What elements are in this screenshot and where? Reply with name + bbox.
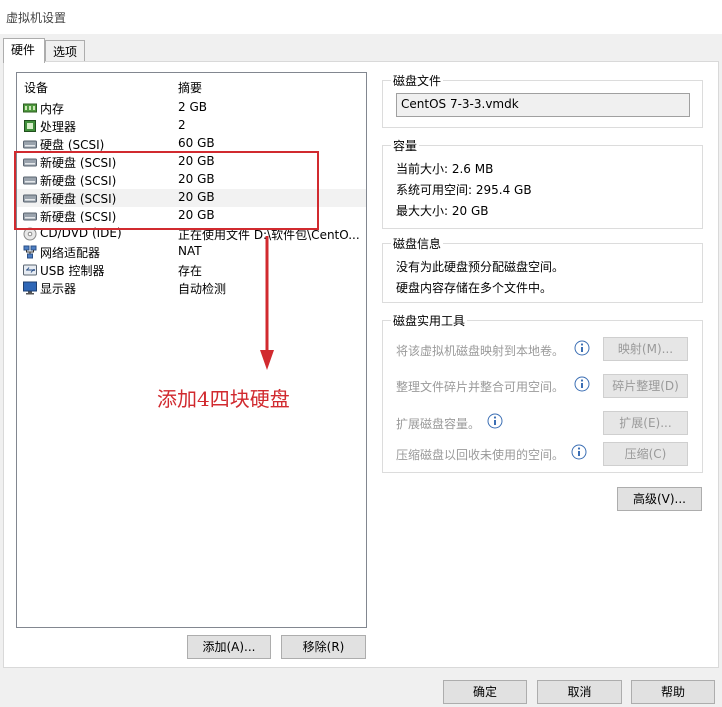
disk-file-group: 磁盘文件 CentOS 7-3-3.vmdk <box>382 72 703 128</box>
disk-file-field[interactable]: CentOS 7-3-3.vmdk <box>396 93 690 117</box>
device-name: 网络适配器 <box>40 246 101 260</box>
device-name: 内存 <box>40 102 65 116</box>
info-icon[interactable] <box>487 413 503 429</box>
compact-description: 压缩磁盘以回收未使用的空间。 <box>396 448 565 462</box>
usb-icon <box>23 264 37 276</box>
expand-button[interactable]: 扩展(E)... <box>603 411 688 435</box>
disk-info-group: 磁盘信息 没有为此硬盘预分配磁盘空间。 硬盘内容存储在多个文件中。 <box>382 235 703 303</box>
disk-utilities-title: 磁盘实用工具 <box>391 312 468 329</box>
annotation-highlight-box <box>14 151 319 230</box>
defrag-description: 整理文件碎片并整合可用空间。 <box>396 380 565 394</box>
advanced-button[interactable]: 高级(V)... <box>617 487 702 511</box>
cancel-button[interactable]: 取消 <box>537 680 622 704</box>
display-icon <box>23 281 37 295</box>
storage-mode-text: 硬盘内容存储在多个文件中。 <box>396 281 553 295</box>
device-row-usb-controller[interactable]: USB 控制器 存在 <box>17 261 366 279</box>
hard-disk-icon <box>23 140 37 149</box>
current-size-text: 当前大小: 2.6 MB <box>396 162 494 176</box>
info-icon[interactable] <box>574 376 590 392</box>
tab-hardware[interactable]: 硬件 <box>3 38 45 63</box>
device-row-network-adapter[interactable]: 网络适配器 NAT <box>17 243 366 261</box>
defrag-button[interactable]: 碎片整理(D) <box>603 374 688 398</box>
capacity-title: 容量 <box>391 137 420 154</box>
disk-utilities-group: 磁盘实用工具 将该虚拟机磁盘映射到本地卷。 映射(M)... 整理文件碎片并整合… <box>382 312 703 473</box>
device-summary: 60 GB <box>178 136 215 150</box>
device-summary: 2 <box>178 118 186 132</box>
ok-button[interactable]: 确定 <box>443 680 527 704</box>
window-title: 虚拟机设置 <box>6 11 67 25</box>
annotation-text: 添加4四块硬盘 <box>157 387 290 411</box>
processor-icon <box>24 120 36 132</box>
list-header: 设备 摘要 <box>17 77 366 95</box>
tab-strip: 硬件 选项 <box>0 38 722 63</box>
device-name: 处理器 <box>40 120 77 134</box>
column-header-device[interactable]: 设备 <box>24 79 48 96</box>
remove-button[interactable]: 移除(R) <box>281 635 366 659</box>
add-button[interactable]: 添加(A)... <box>187 635 271 659</box>
map-button[interactable]: 映射(M)... <box>603 337 688 361</box>
network-adapter-icon <box>23 245 37 259</box>
device-row-processor[interactable]: 处理器 2 <box>17 117 366 135</box>
disk-file-title: 磁盘文件 <box>391 72 444 89</box>
info-icon[interactable] <box>574 340 590 356</box>
annotation-arrow-icon <box>260 236 274 370</box>
max-size-text: 最大大小: 20 GB <box>396 204 489 218</box>
device-summary: 2 GB <box>178 100 207 114</box>
device-row-display[interactable]: 显示器 自动检测 <box>17 279 366 297</box>
device-row-memory[interactable]: 内存 2 GB <box>17 99 366 117</box>
tab-options[interactable]: 选项 <box>45 40 85 62</box>
expand-description: 扩展磁盘容量。 <box>396 417 481 431</box>
column-header-summary[interactable]: 摘要 <box>178 79 202 96</box>
available-space-text: 系统可用空间: 295.4 GB <box>396 183 532 197</box>
device-name: USB 控制器 <box>40 264 105 278</box>
capacity-group: 容量 当前大小: 2.6 MB 系统可用空间: 295.4 GB 最大大小: 2… <box>382 137 703 229</box>
map-description: 将该虚拟机磁盘映射到本地卷。 <box>396 344 565 358</box>
device-name: 显示器 <box>40 282 77 296</box>
memory-icon <box>23 103 37 113</box>
preallocation-text: 没有为此硬盘预分配磁盘空间。 <box>396 260 565 274</box>
compact-button[interactable]: 压缩(C) <box>603 442 688 466</box>
title-bar: 虚拟机设置 <box>0 0 722 34</box>
info-icon[interactable] <box>571 444 587 460</box>
help-button[interactable]: 帮助 <box>631 680 715 704</box>
disk-info-title: 磁盘信息 <box>391 235 444 252</box>
